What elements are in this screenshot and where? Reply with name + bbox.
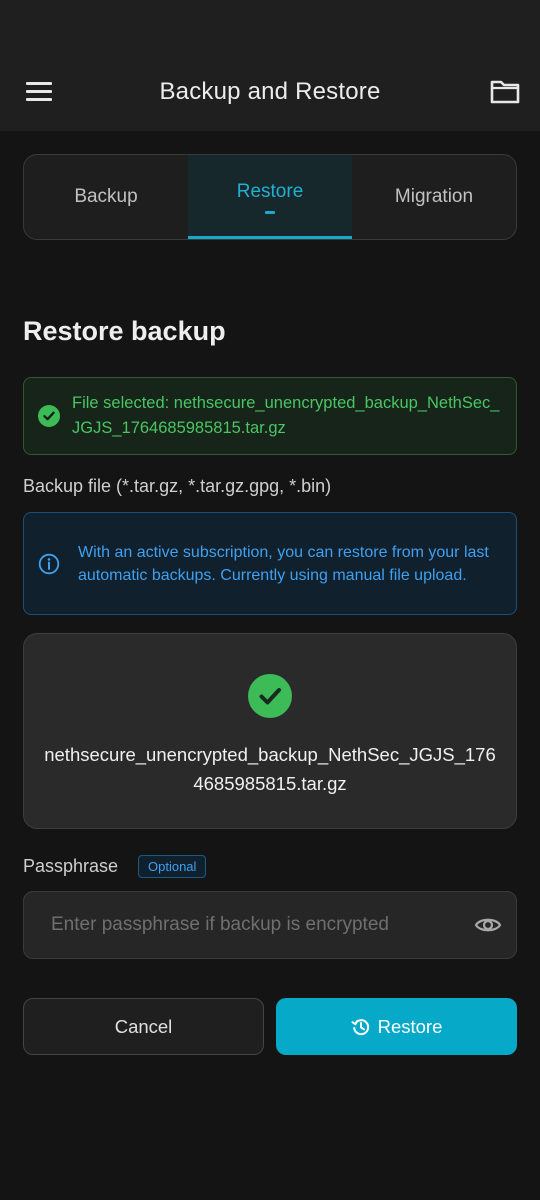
- tab-migration[interactable]: Migration: [352, 155, 516, 239]
- subscription-info-banner: With an active subscription, you can res…: [23, 512, 517, 615]
- selected-filename: nethsecure_unencrypted_backup_NethSec_JG…: [44, 744, 496, 794]
- tab-label: Migration: [394, 186, 474, 207]
- eye-icon[interactable]: [474, 915, 502, 935]
- restore-history-icon: [351, 1018, 369, 1035]
- tab-label: Restore: [236, 180, 304, 202]
- tab-backup[interactable]: Backup: [24, 155, 188, 239]
- app-bar: Backup and Restore: [0, 52, 540, 131]
- cancel-button[interactable]: Cancel: [23, 998, 264, 1055]
- tab-label: Backup: [74, 186, 138, 207]
- optional-badge: Optional: [138, 855, 207, 878]
- tab-bar: Backup Restore Migration: [23, 154, 517, 240]
- hamburger-menu-icon[interactable]: [26, 82, 54, 104]
- section-title: Restore backup: [23, 316, 226, 346]
- cancel-label: Cancel: [114, 1015, 173, 1037]
- info-icon: [38, 553, 60, 575]
- restore-label: Restore: [377, 1015, 443, 1037]
- file-drop-area[interactable]: nethsecure_unencrypted_backup_NethSec_JG…: [23, 633, 517, 829]
- file-selected-text: File selected: nethsecure_unencrypted_ba…: [72, 394, 500, 437]
- tab-restore[interactable]: Restore: [188, 155, 352, 239]
- status-bar: [0, 0, 540, 52]
- check-circle-icon: [248, 674, 292, 718]
- info-text: With an active subscription, you can res…: [78, 543, 489, 584]
- passphrase-label: Passphrase: [23, 856, 119, 876]
- active-tab-dash: [265, 210, 275, 214]
- backup-file-label: Backup file (*.tar.gz, *.tar.gz.gpg, *.b…: [23, 476, 332, 496]
- page-title: Backup and Restore: [159, 77, 381, 105]
- folder-icon[interactable]: [490, 79, 520, 105]
- file-selected-banner: File selected: nethsecure_unencrypted_ba…: [23, 377, 517, 455]
- restore-button[interactable]: Restore: [276, 998, 517, 1055]
- passphrase-field: [23, 891, 517, 959]
- check-circle-icon: [38, 405, 60, 427]
- passphrase-input[interactable]: [51, 914, 464, 936]
